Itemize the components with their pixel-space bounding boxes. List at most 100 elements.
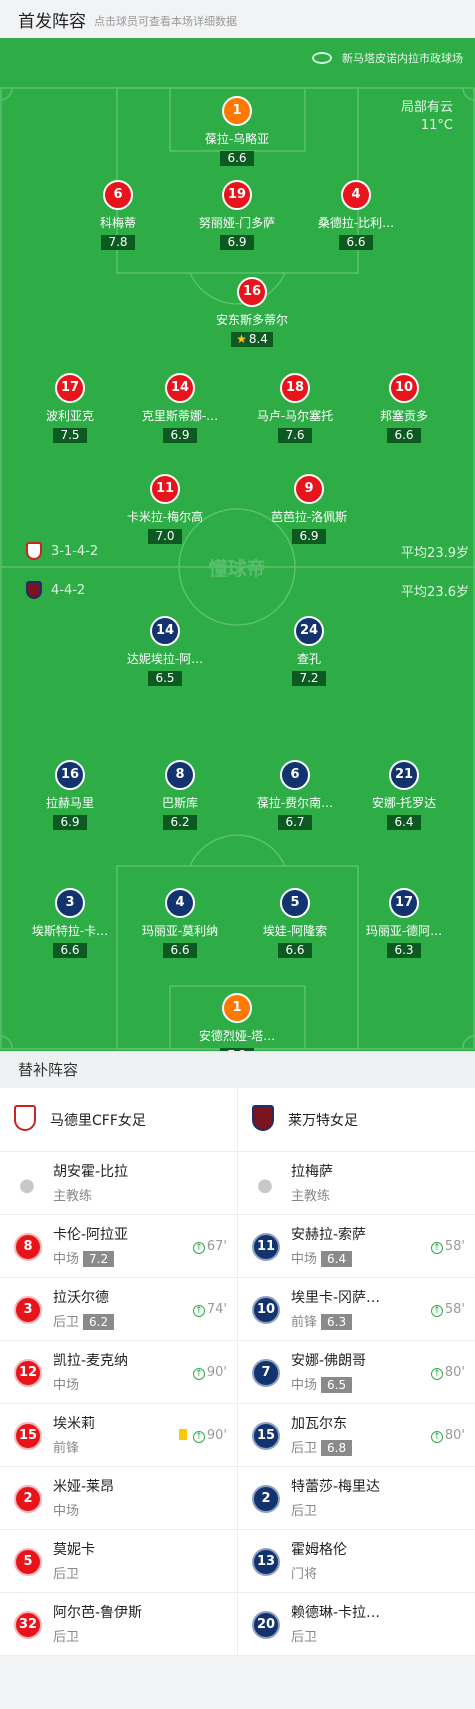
player-name: 巴斯库 bbox=[161, 796, 198, 810]
coach-cell-home[interactable]: ● 胡安霍-比拉 主教练 bbox=[0, 1152, 237, 1214]
player-rating: 6.6 bbox=[220, 151, 254, 166]
sub-player-home[interactable]: 32 阿尔芭-鲁伊斯 后卫 bbox=[0, 1593, 237, 1655]
player-away-9[interactable]: 17 玛丽亚-德阿… 6.3 bbox=[349, 888, 459, 958]
sub-position-text: 后卫 bbox=[291, 1630, 318, 1645]
player-rating: 6.6 bbox=[53, 943, 87, 958]
player-home-9[interactable]: 11 卡米拉-梅尔高 7.0 bbox=[110, 474, 220, 544]
sub-player-away[interactable]: 10 埃里卡-冈萨… 前锋 6.3 ↑ 58' bbox=[237, 1278, 475, 1340]
player-name: 查孔 bbox=[296, 652, 321, 666]
player-away-0[interactable]: 14 达妮埃拉-阿… 6.5 bbox=[110, 616, 220, 686]
sub-player-home[interactable]: 15 埃米莉 前锋 ↑ 90' bbox=[0, 1404, 237, 1466]
sub-position-text: 门将 bbox=[291, 1567, 318, 1582]
player-away-6[interactable]: 3 埃斯特拉-卡… 6.6 bbox=[15, 888, 125, 958]
player-home-10[interactable]: 9 芭芭拉-洛佩斯 6.9 bbox=[254, 474, 364, 544]
sub-in-time: ↑ 58' bbox=[430, 1239, 465, 1254]
player-home-3[interactable]: 4 桑德拉-比利… 6.6 bbox=[301, 180, 411, 250]
player-away-8[interactable]: 5 埃娃-阿隆索 6.6 bbox=[240, 888, 350, 958]
player-name: 芭芭拉-洛佩斯 bbox=[270, 510, 348, 524]
rating-value: 6.9 bbox=[227, 235, 247, 249]
sub-position: 中场 bbox=[53, 1500, 79, 1519]
sub-player-home[interactable]: 2 米娅-莱昂 中场 bbox=[0, 1467, 237, 1529]
rating-value: 6.4 bbox=[394, 815, 414, 829]
jersey-number: 17 bbox=[55, 373, 85, 403]
sub-player-home[interactable]: 3 拉沃尔德 后卫 6.2 ↑ 74' bbox=[0, 1278, 237, 1340]
sub-row: 8 卡伦-阿拉亚 中场 7.2 ↑ 67' 11 安赫拉-索萨 中场 6.4 ↑ 58' bbox=[0, 1215, 475, 1278]
sub-in-time: ↑ 80' bbox=[430, 1428, 465, 1443]
sub-in-icon: ↑ bbox=[192, 1305, 205, 1317]
player-away-10[interactable]: 1安德烈娅-塔…7.2 bbox=[182, 993, 292, 1051]
player-name: 埃娃-阿隆索 bbox=[262, 924, 328, 938]
jersey-number: 1 bbox=[222, 96, 252, 126]
sub-name: 拉沃尔德 bbox=[53, 1290, 109, 1306]
sub-in-minute: 67' bbox=[206, 1239, 227, 1254]
sub-in-time: ↑ 74' bbox=[192, 1302, 227, 1317]
sub-player-away[interactable]: 13 霍姆格伦 门将 bbox=[237, 1530, 475, 1592]
sub-position: 前锋 6.3 bbox=[291, 1311, 353, 1330]
lineup-hint: 点击球员可查看本场详细数据 bbox=[94, 14, 237, 28]
sub-position: 前锋 bbox=[53, 1437, 79, 1456]
sub-position: 中场 bbox=[53, 1374, 79, 1393]
sub-player-home[interactable]: 12 凯拉-麦克纳 中场 ↑ 90' bbox=[0, 1341, 237, 1403]
player-name: 桑德拉-比利… bbox=[317, 216, 395, 230]
weather-condition: 局部有云 bbox=[400, 100, 453, 115]
sub-in-minute: 58' bbox=[444, 1239, 465, 1254]
player-home-5[interactable]: 17 波利亚克 7.5 bbox=[15, 373, 125, 443]
sub-row: 12 凯拉-麦克纳 中场 ↑ 90' 7 安娜-佛朗哥 中场 6.5 ↑ 80' bbox=[0, 1341, 475, 1404]
sub-in-time: ↑ 58' bbox=[430, 1302, 465, 1317]
player-home-6[interactable]: 14 克里斯蒂娜-… 6.9 bbox=[125, 373, 235, 443]
sub-row: 3 拉沃尔德 后卫 6.2 ↑ 74' 10 埃里卡-冈萨… 前锋 6.3 ↑ 58' bbox=[0, 1278, 475, 1341]
sub-jersey-number: 5 bbox=[14, 1548, 42, 1576]
player-away-3[interactable]: 8 巴斯库 6.2 bbox=[125, 760, 235, 830]
player-home-8[interactable]: 10 邦塞贡多 6.6 bbox=[349, 373, 459, 443]
sub-name: 加瓦尔东 bbox=[291, 1416, 347, 1432]
player-away-1[interactable]: 24 查孔 7.2 bbox=[254, 616, 364, 686]
sub-player-away[interactable]: 20 赖德琳-卡拉… 后卫 bbox=[237, 1593, 475, 1655]
sub-in-minute: 74' bbox=[206, 1302, 227, 1317]
sub-row: 5 莫妮卡 后卫 13 霍姆格伦 门将 bbox=[0, 1530, 475, 1593]
sub-position-text: 中场 bbox=[53, 1504, 80, 1519]
jersey-number: 14 bbox=[165, 373, 195, 403]
coach-cell-away[interactable]: ● 拉梅萨 主教练 bbox=[237, 1152, 475, 1214]
sub-position-text: 中场 bbox=[291, 1378, 318, 1393]
jersey-number: 3 bbox=[55, 888, 85, 918]
player-name: 科梅蒂 bbox=[99, 216, 136, 230]
sub-name: 阿尔芭-鲁伊斯 bbox=[53, 1605, 143, 1621]
player-home-4[interactable]: 16 安东斯多蒂尔 ★ 8.4 bbox=[197, 277, 307, 347]
jersey-number: 19 bbox=[222, 180, 252, 210]
player-away-4[interactable]: 6 葆拉-费尔南… 6.7 bbox=[240, 760, 350, 830]
sub-in-time: ↑ 67' bbox=[192, 1239, 227, 1254]
player-away-2[interactable]: 16 拉赫马里 6.9 bbox=[15, 760, 125, 830]
team-cell-home[interactable]: 马德里CFF女足 bbox=[0, 1088, 237, 1151]
player-rating: 6.9 bbox=[53, 815, 87, 830]
player-away-7[interactable]: 4 玛丽亚-莫利纳 6.6 bbox=[125, 888, 235, 958]
sub-row: 32 阿尔芭-鲁伊斯 后卫 20 赖德琳-卡拉… 后卫 bbox=[0, 1593, 475, 1656]
player-home-1[interactable]: 6 科梅蒂 7.8 bbox=[63, 180, 173, 250]
sub-jersey-number: 3 bbox=[14, 1296, 42, 1324]
player-home-7[interactable]: 18 马卢-马尔塞托 7.6 bbox=[240, 373, 350, 443]
sub-player-away[interactable]: 2 特蕾莎-梅里达 后卫 bbox=[237, 1467, 475, 1529]
home-crest-icon bbox=[26, 542, 42, 560]
watermark: 懂球帝 bbox=[208, 557, 265, 580]
team-cell-away[interactable]: 莱万特女足 bbox=[237, 1088, 475, 1151]
sub-in-time: ↑ 90' bbox=[192, 1365, 227, 1380]
player-name: 邦塞贡多 bbox=[379, 409, 428, 423]
venue-name: 新马塔皮诺内拉市政球场 bbox=[342, 52, 463, 65]
player-rating: 7.2 bbox=[292, 671, 326, 686]
home-formation: 3-1-4-2 bbox=[26, 542, 98, 560]
sub-in-minute: 90' bbox=[206, 1365, 227, 1380]
sub-jersey-number: 13 bbox=[252, 1548, 280, 1576]
player-rating: 7.8 bbox=[101, 235, 135, 250]
rating-value: 6.5 bbox=[155, 671, 175, 685]
sub-player-away[interactable]: 7 安娜-佛朗哥 中场 6.5 ↑ 80' bbox=[237, 1341, 475, 1403]
player-home-0[interactable]: 1 葆拉-乌略亚 6.6 bbox=[182, 96, 292, 166]
sub-name: 赖德琳-卡拉… bbox=[291, 1605, 381, 1621]
coach-name: 拉梅萨 bbox=[291, 1164, 333, 1180]
rating-value: 6.6 bbox=[227, 151, 247, 165]
player-home-2[interactable]: 19 努丽娅-门多萨 6.9 bbox=[182, 180, 292, 250]
sub-player-away[interactable]: 15 加瓦尔东 后卫 6.8 ↑ 80' bbox=[237, 1404, 475, 1466]
player-away-5[interactable]: 21 安娜-托罗达 6.4 bbox=[349, 760, 459, 830]
weather-temperature: 11°C bbox=[420, 118, 453, 133]
sub-player-home[interactable]: 8 卡伦-阿拉亚 中场 7.2 ↑ 67' bbox=[0, 1215, 237, 1277]
sub-player-home[interactable]: 5 莫妮卡 后卫 bbox=[0, 1530, 237, 1592]
sub-player-away[interactable]: 11 安赫拉-索萨 中场 6.4 ↑ 58' bbox=[237, 1215, 475, 1277]
